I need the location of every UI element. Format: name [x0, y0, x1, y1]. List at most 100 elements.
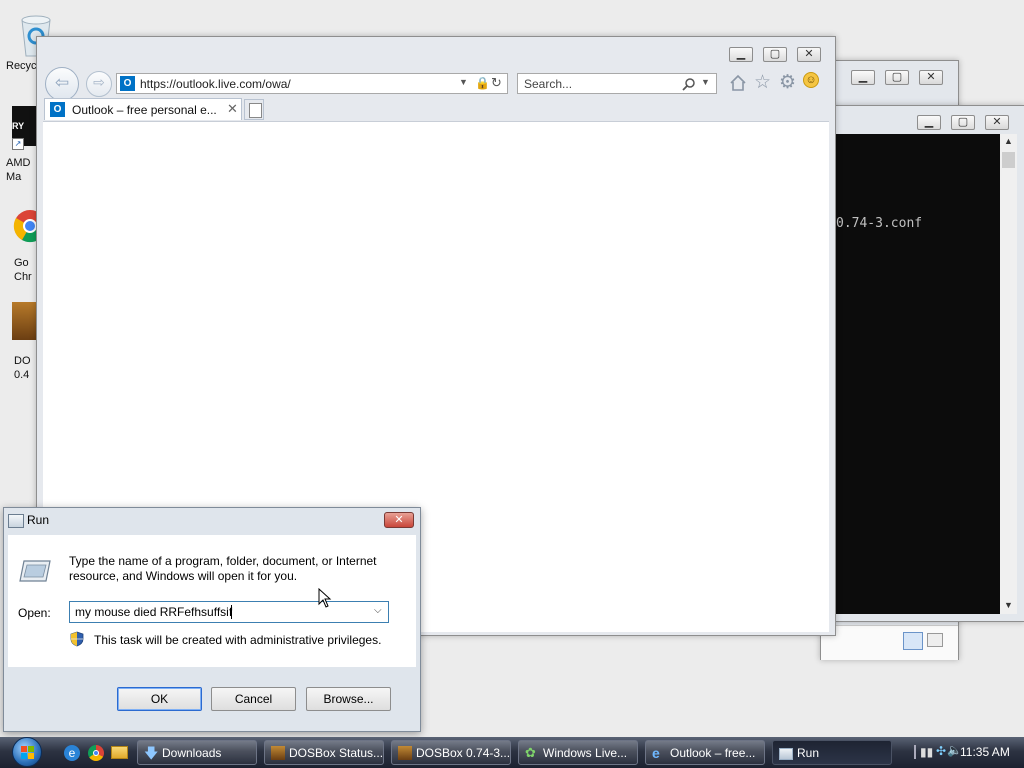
outlook-site-icon: O [120, 76, 135, 91]
maximize-icon: ▢ [891, 71, 903, 83]
list-view-icon[interactable] [903, 632, 923, 650]
taskbar-item-dosbox-status[interactable]: DOSBox Status... [264, 740, 384, 765]
gear-icon[interactable]: ⚙ [779, 71, 796, 94]
taskbar-item-windows-live[interactable]: ✿ Windows Live... [518, 740, 638, 765]
lock-icon[interactable]: 🔒 [475, 76, 490, 90]
run-title: Run [27, 513, 50, 527]
address-text[interactable]: https://outlook.live.com/owa/ [140, 77, 291, 91]
windows-live-icon: ✿ [525, 745, 536, 760]
open-combobox[interactable]: my mouse died RRFefhsuffsif ⌵ [69, 601, 389, 623]
tray-clock[interactable]: 11:35 AM [960, 745, 1010, 759]
shortcut-arrow-icon: ↗ [12, 138, 24, 150]
taskbar-item-outlook[interactable]: e Outlook – free... [645, 740, 765, 765]
back-arrow-icon: ⇦ [54, 73, 70, 92]
run-title-icon [8, 514, 24, 528]
cancel-button[interactable]: Cancel [211, 687, 296, 711]
tray-network-icon[interactable]: ▮▮ [920, 745, 933, 759]
quicklaunch-chrome-icon[interactable] [88, 745, 104, 761]
text-caret [231, 605, 232, 619]
close-button[interactable]: ✕ [919, 70, 943, 85]
ok-button[interactable]: OK [117, 687, 202, 711]
close-icon: ✕ [992, 116, 1002, 128]
download-arrow-icon: 🡇 [144, 745, 159, 761]
desktop-icon-label: DO 0.4 [14, 355, 31, 381]
dosbox-window[interactable]: ▁ ▢ ✕ 0.74-3.conf ▲ ▼ [830, 105, 1024, 622]
quicklaunch-folder-icon[interactable] [111, 746, 128, 759]
quicklaunch-ie-icon[interactable]: e [64, 745, 80, 761]
desktop-icon-amd[interactable]: RY ↗ AMD Ma [0, 104, 40, 188]
dosbox-icon [271, 746, 285, 760]
desktop-icon-label: Go Chr [14, 257, 32, 283]
forward-arrow-icon: ⇨ [93, 74, 105, 90]
run-icon [779, 748, 793, 760]
taskbar-item-dosbox[interactable]: DOSBox 0.74-3... [391, 740, 511, 765]
desktop-icon-label: Recyc [6, 60, 37, 72]
address-bar[interactable]: O https://outlook.live.com/owa/ ▼ 🔒 ↻ [116, 73, 508, 94]
open-input[interactable]: my mouse died RRFefhsuffsif [75, 605, 232, 619]
search-bar[interactable]: Search... ▼ [517, 73, 717, 94]
close-button[interactable]: ✕ [985, 115, 1009, 130]
taskbar-item-label: Windows Live... [543, 746, 628, 760]
tab-title: Outlook – free personal e... [72, 103, 217, 117]
maximize-button[interactable]: ▢ [951, 115, 975, 130]
console-scrollbar[interactable]: ▲ ▼ [1000, 134, 1017, 614]
feedback-smiley-icon[interactable]: ☺ [803, 72, 819, 88]
tab-close-icon[interactable]: ✕ [227, 101, 238, 117]
forward-button[interactable]: ⇨ [86, 71, 112, 97]
minimize-icon: ▁ [736, 48, 746, 60]
windows-orb-icon [12, 737, 42, 767]
taskbar-item-label: Run [797, 746, 820, 760]
taskbar-item-downloads[interactable]: 🡇 Downloads [137, 740, 257, 765]
minimize-button[interactable]: ▁ [729, 47, 753, 62]
minimize-button[interactable]: ▁ [917, 115, 941, 130]
maximize-button[interactable]: ▢ [763, 47, 787, 62]
start-button[interactable] [10, 737, 50, 768]
maximize-icon: ▢ [957, 116, 969, 128]
search-icon[interactable] [682, 77, 696, 91]
minimize-icon: ▁ [858, 71, 868, 83]
home-icon[interactable] [729, 74, 747, 92]
close-icon: ✕ [926, 71, 936, 83]
minimize-icon: ▁ [924, 116, 934, 128]
system-tray: ▮▮ ✣ 🔈 11:35 AM [904, 740, 1024, 765]
favorites-star-icon[interactable]: ☆ [754, 71, 771, 94]
taskbar-item-label: DOSBox Status... [289, 746, 384, 760]
browse-button[interactable]: Browse... [306, 687, 391, 711]
close-button[interactable]: ✕ [797, 47, 821, 62]
open-dropdown-icon[interactable]: ⌵ [374, 605, 382, 616]
refresh-icon[interactable]: ↻ [491, 75, 502, 91]
desktop-icon-chrome[interactable]: Go Chr [0, 204, 42, 288]
tab-outlook[interactable]: O Outlook – free personal e... ✕ [44, 98, 242, 120]
tray-grip-icon[interactable] [914, 745, 916, 759]
run-body: Type the name of a program, folder, docu… [8, 535, 416, 667]
taskbar-item-label: DOSBox 0.74-3... [416, 746, 511, 760]
search-dropdown-icon[interactable]: ▼ [701, 77, 710, 87]
desktop-icon-dosbox[interactable]: DO 0.4 [0, 300, 40, 384]
new-tab-icon [249, 103, 262, 118]
address-dropdown-icon[interactable]: ▼ [459, 77, 468, 87]
search-input[interactable]: Search... [524, 77, 572, 91]
maximize-icon: ▢ [769, 48, 781, 60]
new-tab-button[interactable] [244, 99, 264, 120]
close-icon: ✕ [804, 48, 814, 60]
taskbar: e 🡇 Downloads DOSBox Status... DOSBox 0.… [0, 737, 1024, 768]
scroll-down-icon[interactable]: ▼ [1000, 600, 1017, 614]
dosbox-icon [12, 302, 36, 340]
outlook-tab-icon: O [50, 102, 65, 117]
console-output-line: 0.74-3.conf [836, 216, 923, 231]
run-close-button[interactable]: ✕ [384, 512, 414, 528]
back-button[interactable]: ⇦ [45, 67, 79, 101]
details-view-icon[interactable] [927, 633, 943, 647]
taskbar-item-run[interactable]: Run [772, 740, 892, 765]
scroll-thumb[interactable] [1002, 152, 1015, 168]
ie-icon: e [652, 745, 660, 761]
taskbar-item-label: Downloads [162, 746, 222, 760]
run-dialog[interactable]: Run ✕ Type the name of a program, folder… [3, 507, 421, 732]
minimize-button[interactable]: ▁ [851, 70, 875, 85]
maximize-button[interactable]: ▢ [885, 70, 909, 85]
close-icon: ✕ [394, 514, 404, 526]
scroll-up-icon[interactable]: ▲ [1000, 136, 1017, 150]
tray-wifi-icon[interactable]: ✣ [936, 744, 946, 758]
uac-shield-icon [70, 631, 84, 647]
dosbox-console[interactable]: 0.74-3.conf [836, 134, 1000, 614]
